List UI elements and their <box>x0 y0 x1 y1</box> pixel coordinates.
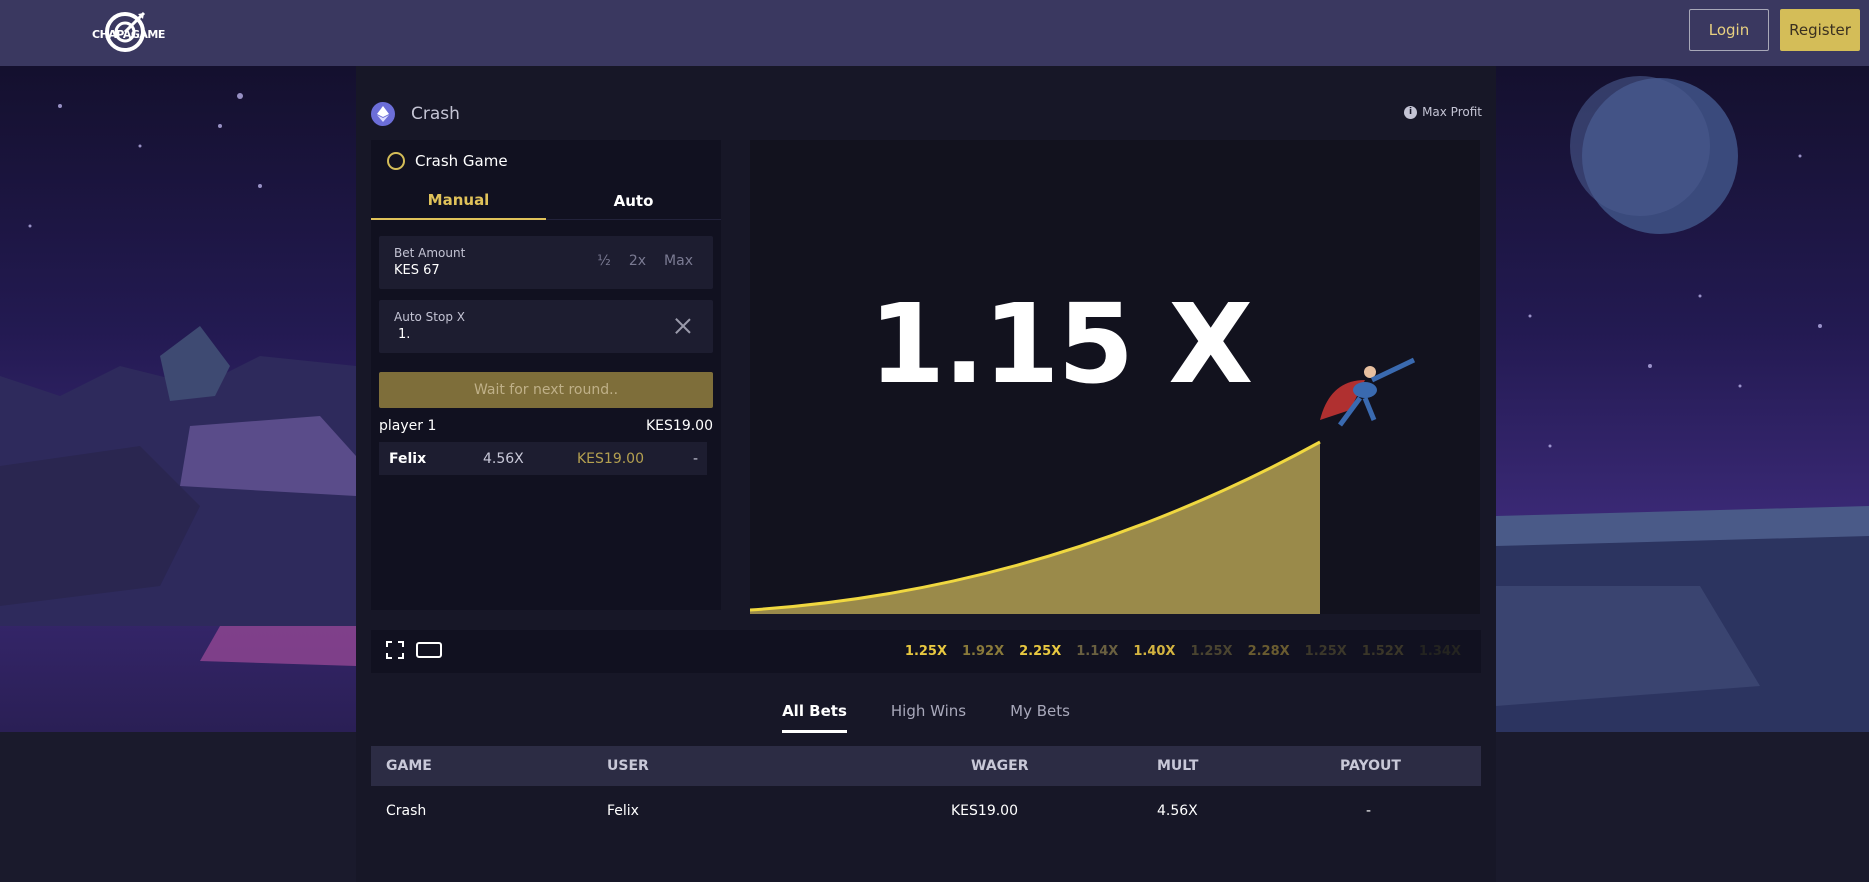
bets-table-header: GAME USER WAGER MULT PAYOUT <box>371 746 1481 786</box>
bet-multiplier: 4.56X <box>483 450 524 467</box>
history-item: 2.28X <box>1247 644 1290 659</box>
max-button[interactable]: Max <box>664 253 693 269</box>
crash-history-list: 1.25X 1.92X 2.25X 1.14X 1.40X 1.25X 2.28X 1.25X… <box>905 630 1461 673</box>
register-button[interactable]: Register <box>1780 9 1860 51</box>
auto-stop-label: Auto Stop X <box>394 310 465 324</box>
quick-bet-buttons: ½ 2x Max <box>597 253 693 269</box>
clear-icon[interactable] <box>675 318 691 334</box>
tab-high-wins[interactable]: High Wins <box>891 702 966 733</box>
double-button[interactable]: 2x <box>629 253 646 269</box>
history-item: 1.25X <box>904 644 948 659</box>
col-wager: WAGER <box>971 758 1029 774</box>
player-label: player 1 <box>379 418 437 434</box>
col-user: USER <box>607 758 649 774</box>
history-item: 1.14X <box>1076 644 1119 659</box>
player-total: KES19.00 <box>646 418 713 434</box>
game-title: Crash <box>411 104 460 124</box>
login-button[interactable]: Login <box>1689 9 1769 51</box>
fullscreen-icon[interactable] <box>386 641 404 659</box>
panel-title-text: Crash Game <box>415 152 508 170</box>
auto-stop-input[interactable]: 1. <box>398 327 410 342</box>
logo-text: CHAPAGAME <box>92 28 165 41</box>
bet-amount: KES19.00 <box>577 450 644 467</box>
tab-manual[interactable]: Manual <box>371 182 546 220</box>
bet-user: Felix <box>389 450 427 467</box>
col-game: GAME <box>386 758 432 774</box>
bet-amount-label: Bet Amount <box>394 246 466 260</box>
bet-mode-tabs: Manual Auto <box>371 182 721 220</box>
col-payout: PAYOUT <box>1340 758 1401 774</box>
col-mult: MULT <box>1157 758 1199 774</box>
bet-panel: Crash Game Manual Auto Bet Amount KES 67… <box>371 140 721 610</box>
max-profit-label: Max Profit <box>1422 105 1482 119</box>
tab-my-bets[interactable]: My Bets <box>1010 702 1070 733</box>
tab-all-bets[interactable]: All Bets <box>782 702 847 733</box>
history-item: 1.25X <box>1304 644 1347 659</box>
wait-next-round-button[interactable]: Wait for next round.. <box>379 372 713 408</box>
bet-amount-input[interactable]: KES 67 <box>394 263 440 278</box>
bet-payout: - <box>693 450 699 467</box>
history-item: 2.25X <box>1019 644 1062 659</box>
max-profit-link[interactable]: i Max Profit <box>1404 105 1482 119</box>
player-bet-row: Felix 4.56X KES19.00 - <box>379 442 707 475</box>
logo[interactable]: CHAPAGAME <box>92 8 165 56</box>
cell-payout: - <box>1366 803 1372 819</box>
panel-title: Crash Game <box>387 152 508 170</box>
auto-stop-field[interactable]: Auto Stop X 1. <box>379 300 713 353</box>
bets-tabs: All Bets High Wins My Bets <box>356 702 1496 733</box>
control-strip: 1.25X 1.92X 2.25X 1.14X 1.40X 1.25X 2.28X 1.25X… <box>371 630 1481 673</box>
half-button[interactable]: ½ <box>597 253 611 269</box>
table-row: Crash Felix KES19.00 4.56X - <box>371 786 1481 836</box>
history-item: 1.25X <box>1190 644 1233 659</box>
tab-auto[interactable]: Auto <box>546 182 721 220</box>
ethereum-icon <box>371 102 395 126</box>
info-icon: i <box>1404 105 1418 119</box>
bet-amount-field[interactable]: Bet Amount KES 67 ½ 2x Max <box>379 236 713 289</box>
cell-mult: 4.56X <box>1157 803 1198 819</box>
theater-mode-icon[interactable] <box>416 641 442 659</box>
history-item: 1.92X <box>962 644 1005 659</box>
cell-game: Crash <box>386 803 427 819</box>
crash-chart: 1.15 X <box>750 140 1480 614</box>
crash-multiplier: 1.15 X <box>868 280 1254 408</box>
history-item: 1.34X <box>1418 644 1461 659</box>
player-summary: player 1 KES19.00 <box>379 418 713 434</box>
game-badge-icon <box>387 152 405 170</box>
history-item: 1.52X <box>1361 644 1404 659</box>
cell-wager: KES19.00 <box>951 803 1018 819</box>
cell-user: Felix <box>607 803 639 819</box>
game-container: Crash i Max Profit Crash Game Manual Aut… <box>356 66 1496 882</box>
top-header: CHAPAGAME Login Register <box>0 0 1869 66</box>
history-item: 1.40X <box>1133 644 1176 659</box>
